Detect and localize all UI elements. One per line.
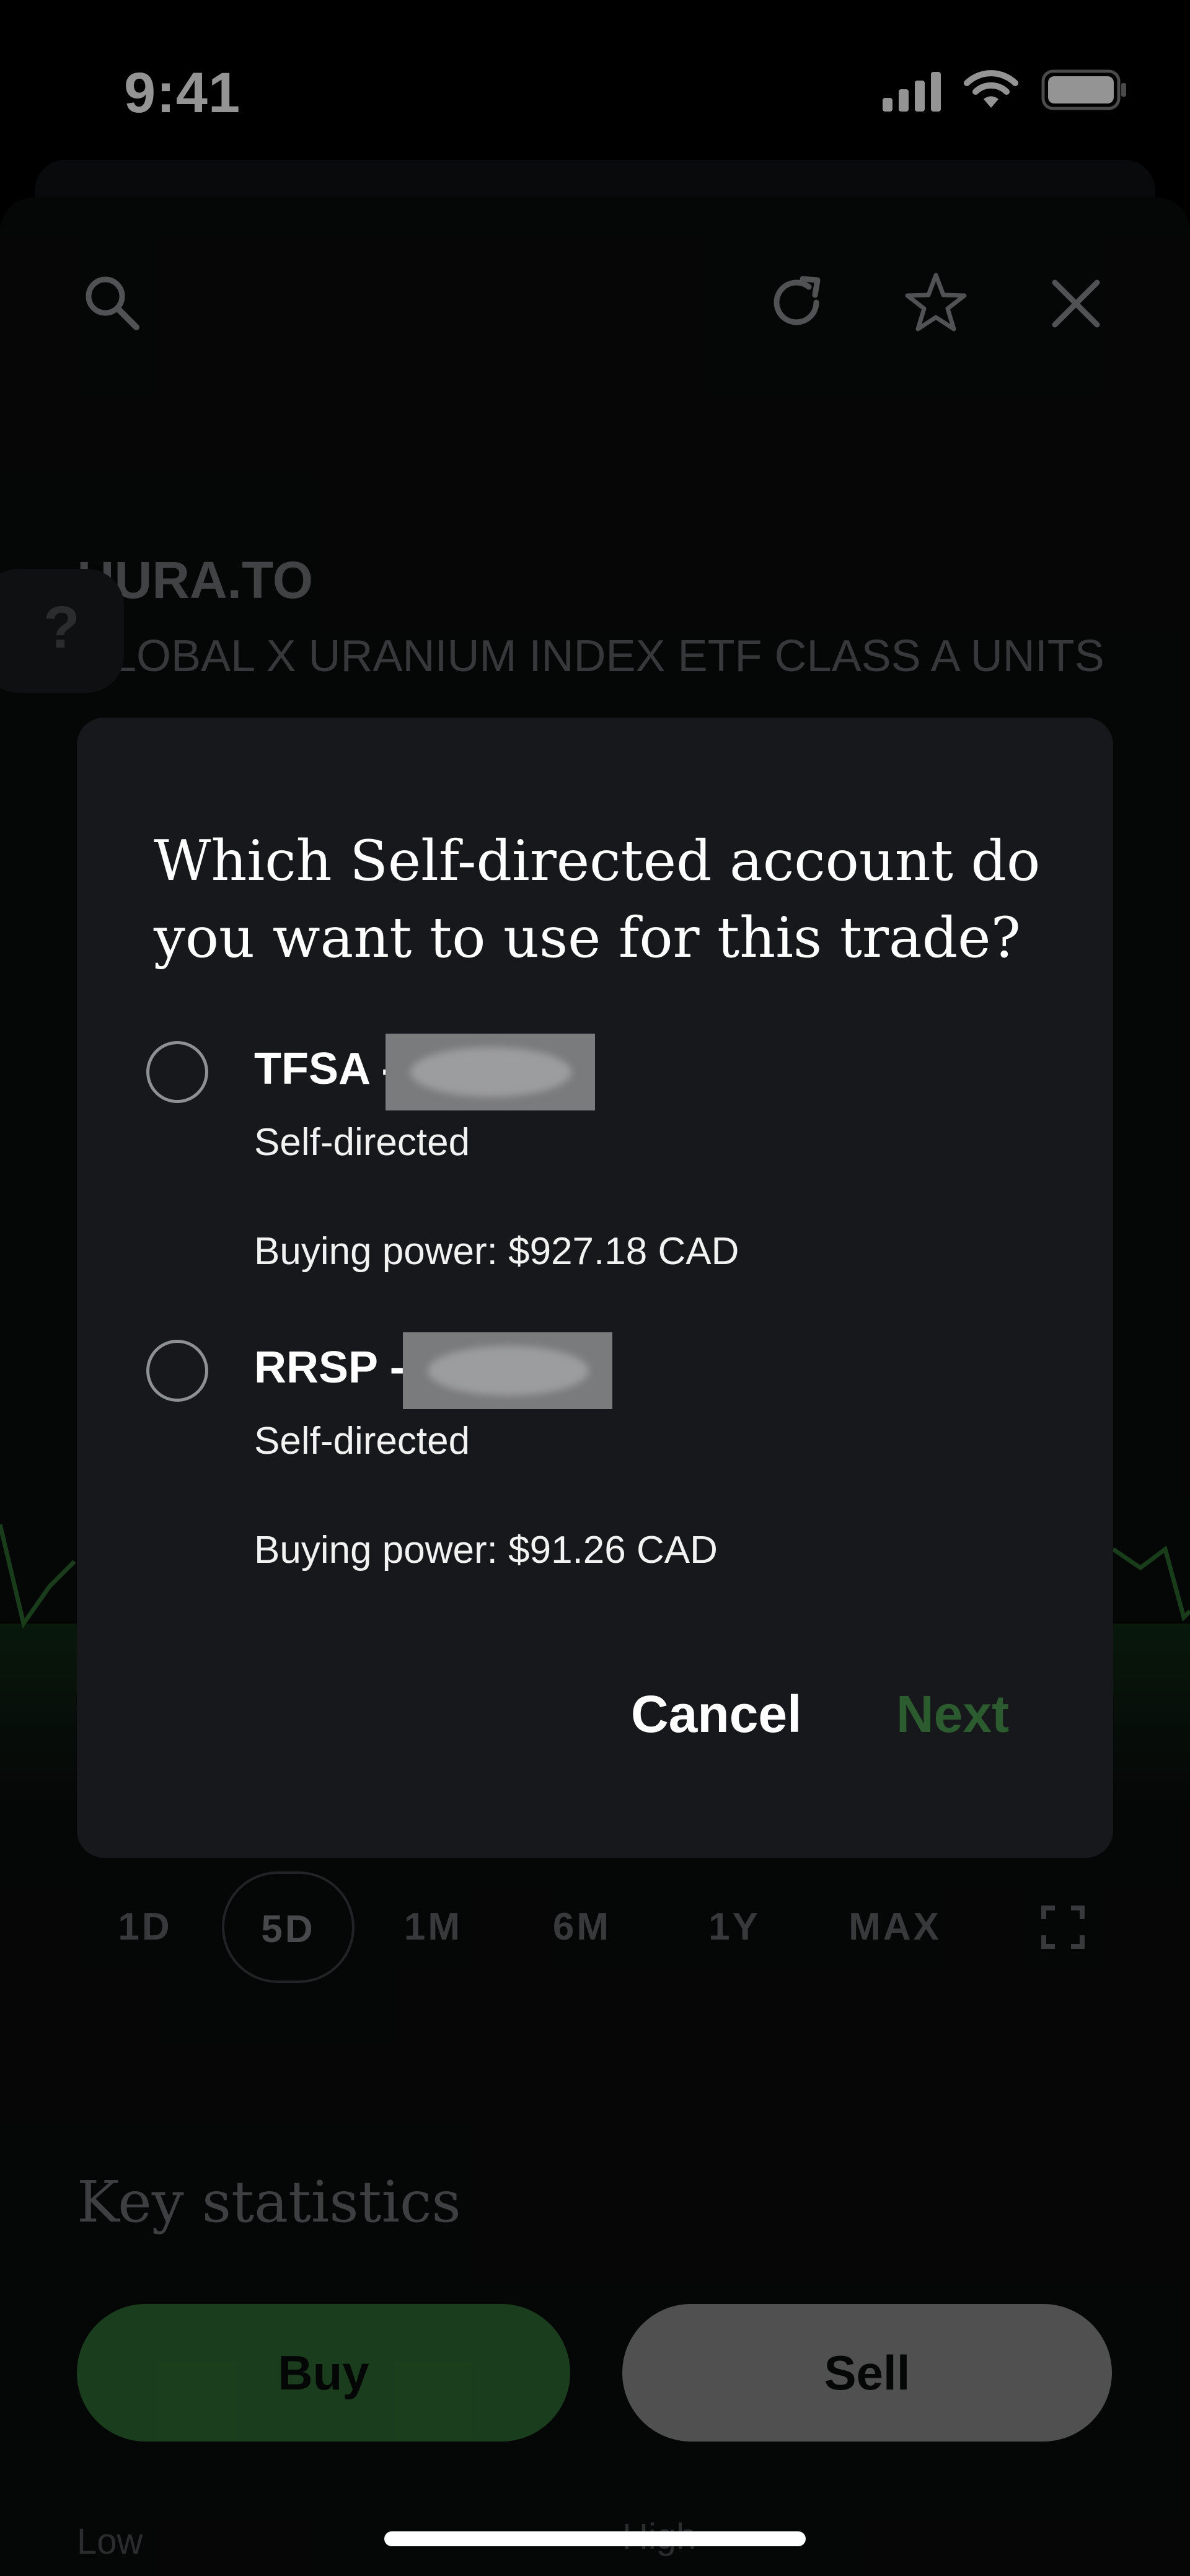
cancel-button[interactable]: Cancel	[631, 1684, 801, 1744]
radio-tfsa[interactable]	[146, 1041, 208, 1103]
account-option-rrsp[interactable]: RRSP - Self-directed Buying power: $91.2…	[77, 1332, 1113, 1600]
account-name: RRSP -	[254, 1343, 405, 1392]
buying-power: Buying power: $91.26 CAD	[254, 1529, 718, 1572]
redacted-account-number	[386, 1034, 595, 1110]
account-select-dialog: Which Self-directed account do you want …	[77, 718, 1113, 1858]
dialog-title: Which Self-directed account do you want …	[154, 829, 1041, 970]
account-name: TFSA -	[254, 1044, 397, 1094]
next-button[interactable]: Next	[896, 1684, 1009, 1744]
account-type: Self-directed	[254, 1121, 470, 1164]
home-indicator[interactable]	[384, 2531, 806, 2546]
redacted-account-number	[403, 1332, 612, 1409]
radio-rrsp[interactable]	[146, 1340, 208, 1402]
account-option-tfsa[interactable]: TFSA - Self-directed Buying power: $927.…	[77, 1034, 1113, 1301]
buying-power: Buying power: $927.18 CAD	[254, 1230, 739, 1273]
account-type: Self-directed	[254, 1420, 470, 1462]
